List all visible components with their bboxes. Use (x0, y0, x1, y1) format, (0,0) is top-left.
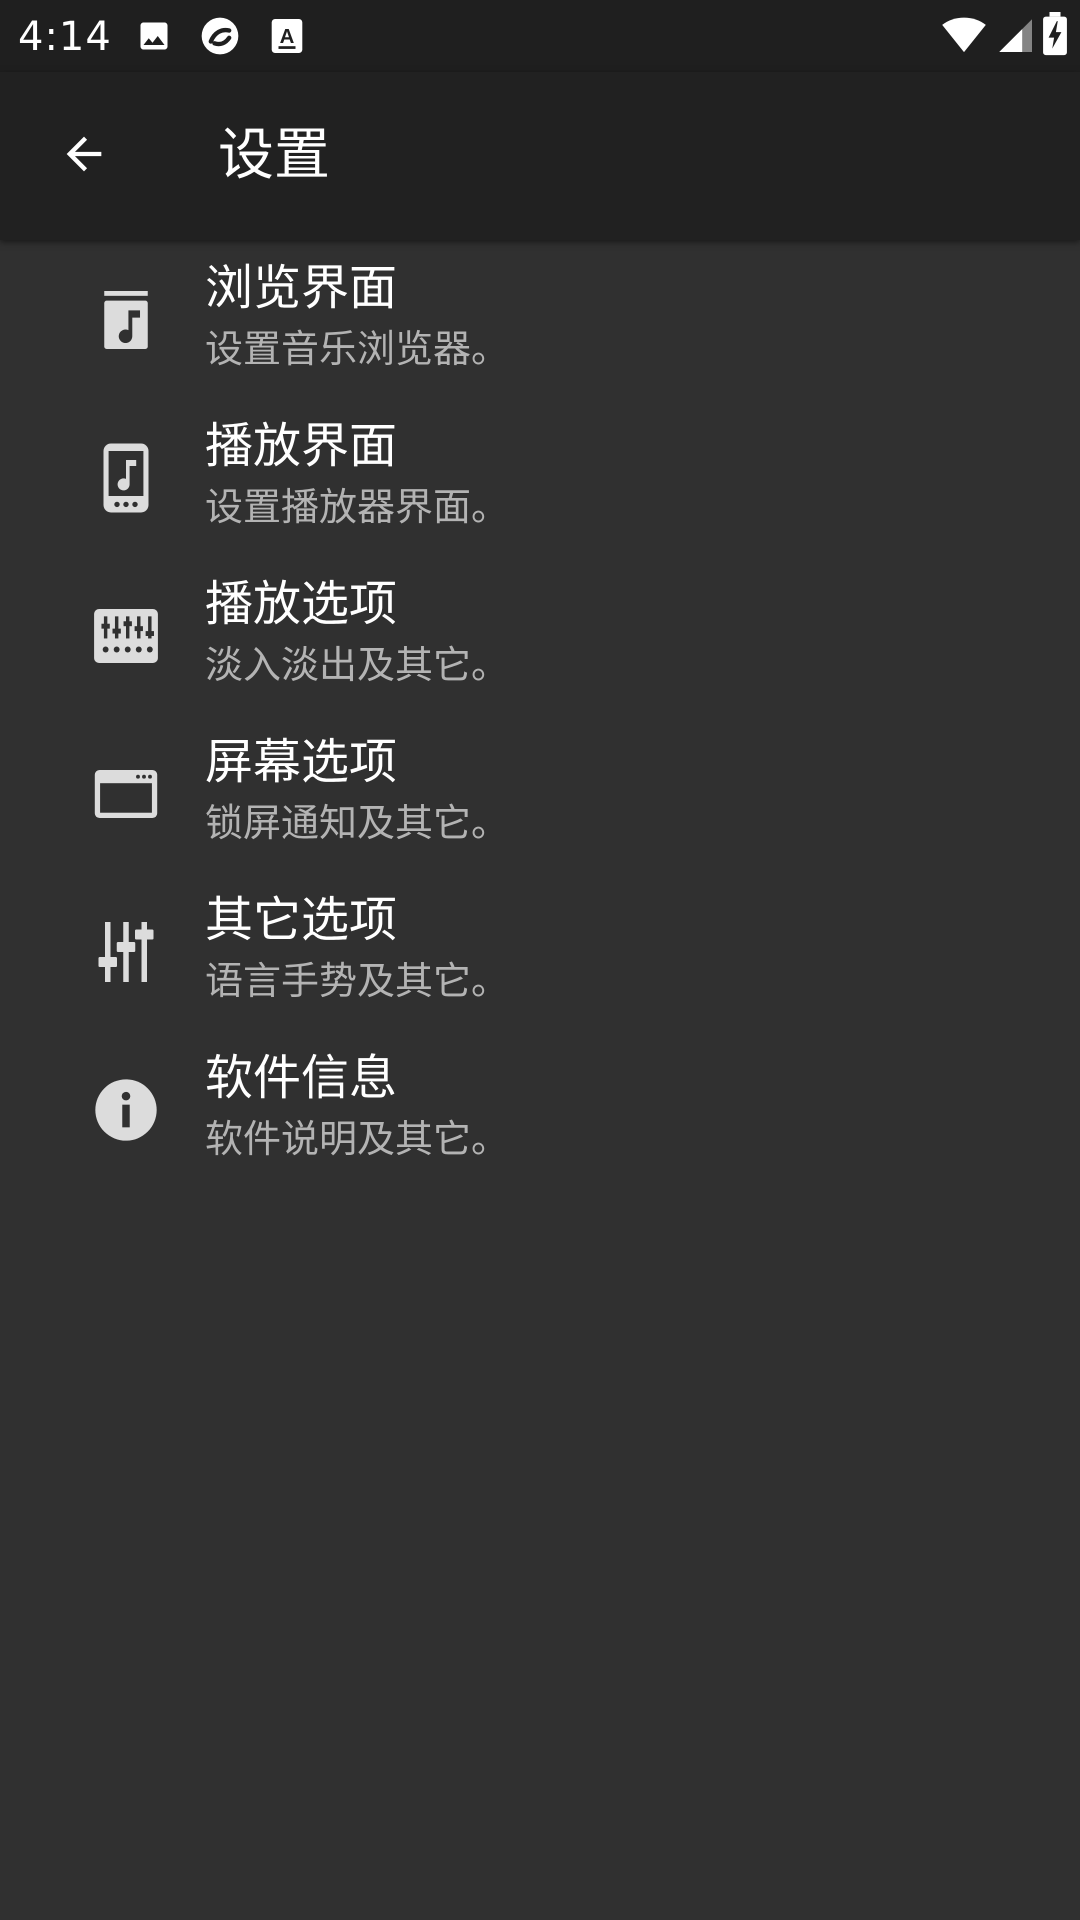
settings-item-screen-options[interactable]: 屏幕选项 锁屏通知及其它。 (0, 714, 1080, 872)
page-title: 设置 (218, 123, 330, 188)
tune-icon (90, 916, 162, 988)
svg-text:A: A (280, 26, 295, 48)
battery-charging-icon (1042, 12, 1068, 60)
music-library-icon (90, 284, 162, 356)
app-bar: 设置 (0, 72, 1080, 240)
settings-item-other-options[interactable]: 其它选项 语言手势及其它。 (0, 872, 1080, 1030)
item-subtitle: 软件说明及其它。 (205, 1117, 510, 1161)
item-subtitle: 设置音乐浏览器。 (205, 327, 510, 371)
sync-app-icon (198, 14, 242, 58)
item-subtitle: 锁屏通知及其它。 (205, 801, 510, 845)
settings-item-browse-interface[interactable]: 浏览界面 设置音乐浏览器。 (0, 240, 1080, 398)
arrow-back-icon (58, 128, 110, 184)
item-title: 播放界面 (205, 418, 398, 474)
item-subtitle: 设置播放器界面。 (205, 485, 510, 529)
item-title: 播放选项 (205, 576, 398, 632)
system-status-icons (942, 12, 1068, 60)
item-title: 浏览界面 (205, 260, 398, 316)
back-button[interactable] (40, 112, 128, 200)
settings-item-player-interface[interactable]: 播放界面 设置播放器界面。 (0, 398, 1080, 556)
settings-list: 浏览界面 设置音乐浏览器。 播放界面 设置播放器界面。 播放选项 淡入淡出及其它… (0, 240, 1080, 1188)
status-bar: 4:14 A (0, 0, 1080, 72)
item-subtitle: 淡入淡出及其它。 (205, 643, 510, 687)
item-title: 其它选项 (205, 892, 398, 948)
status-time: 4:14 (18, 14, 112, 60)
equalizer-icon (90, 600, 162, 672)
item-title: 屏幕选项 (205, 734, 398, 790)
image-icon (136, 14, 172, 58)
window-icon (90, 758, 162, 830)
text-app-icon: A (270, 14, 304, 58)
phone-music-icon (90, 442, 162, 514)
wifi-icon (942, 14, 986, 58)
settings-item-software-info[interactable]: 软件信息 软件说明及其它。 (0, 1030, 1080, 1188)
settings-item-playback-options[interactable]: 播放选项 淡入淡出及其它。 (0, 556, 1080, 714)
info-icon (90, 1074, 162, 1146)
cell-signal-icon (996, 15, 1032, 57)
item-title: 软件信息 (205, 1050, 398, 1106)
item-subtitle: 语言手势及其它。 (205, 959, 510, 1003)
